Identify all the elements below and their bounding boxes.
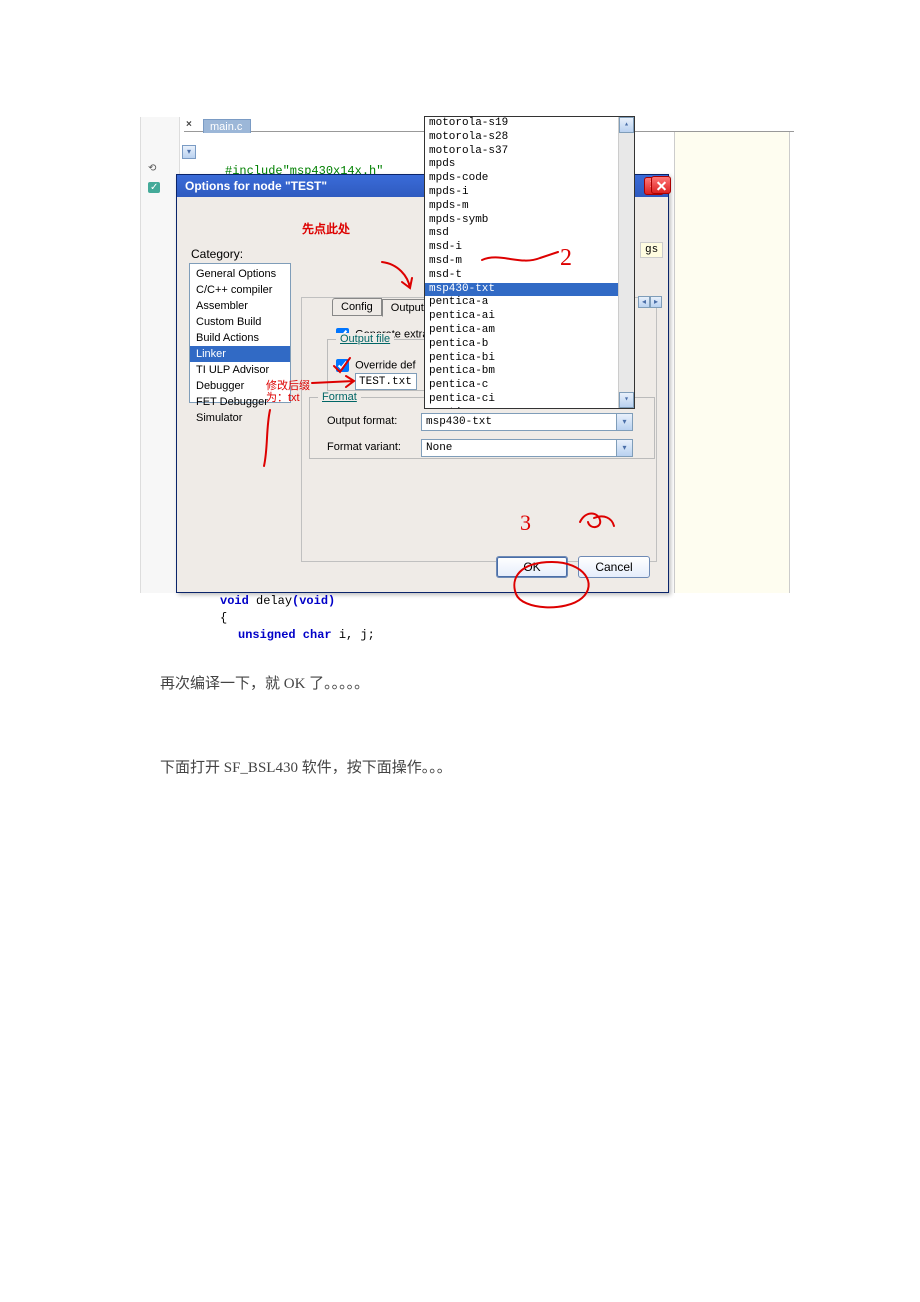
code-keyword-void: void [220, 594, 249, 608]
category-label: Category: [191, 247, 243, 261]
dropdown-option[interactable]: motorola-s28 [425, 131, 634, 145]
sync-icon: ⟲ [148, 163, 156, 174]
dropdown-scrollbar[interactable]: ▴ ▾ [618, 117, 634, 408]
format-variant-value: None [422, 442, 616, 454]
dropdown-option[interactable]: pentica-b [425, 338, 634, 352]
category-item[interactable]: TI ULP Advisor [190, 362, 290, 378]
chevron-down-icon[interactable]: ▾ [616, 414, 632, 430]
outer-close-button[interactable] [651, 176, 671, 194]
tab-scroll-buttons[interactable]: ◂ ▸ [638, 296, 662, 308]
caption-line-2: 下面打开 SF_BSL430 软件，按下面操作。。。 [160, 756, 452, 777]
override-default-input[interactable] [336, 359, 349, 372]
dropdown-option[interactable]: pentica-bm [425, 365, 634, 379]
file-dropdown-button[interactable]: ▾ [182, 145, 196, 159]
dropdown-option[interactable]: pentica-ci [425, 393, 634, 407]
close-tab-icon[interactable]: × [186, 119, 192, 130]
dropdown-option[interactable]: mpds-i [425, 186, 634, 200]
dropdown-option[interactable]: motorola-s19 [425, 117, 634, 131]
dropdown-option[interactable]: pentica-ai [425, 310, 634, 324]
dropdown-option[interactable]: msd-i [425, 241, 634, 255]
dialog-title: Options for node "TEST" [185, 179, 327, 193]
cancel-button[interactable]: Cancel [578, 556, 650, 578]
format-variant-combo[interactable]: None ▾ [421, 439, 633, 457]
format-legend: Format [318, 391, 361, 403]
category-list[interactable]: General OptionsC/C++ compilerAssemblerCu… [189, 263, 291, 403]
file-tab[interactable]: main.c [203, 119, 251, 133]
dialog-button-row: OK Cancel [496, 556, 650, 578]
code-decl-vars-text: i, j; [339, 628, 375, 642]
dropdown-option[interactable]: msp430-txt [425, 283, 634, 297]
code-keyword-void2: (void) [292, 594, 335, 608]
category-item[interactable]: Debugger [190, 378, 290, 394]
category-item[interactable]: Build Actions [190, 330, 290, 346]
dropdown-option[interactable]: pentica-am [425, 324, 634, 338]
dropdown-option[interactable]: pentica-c [425, 379, 634, 393]
chevron-down-icon[interactable]: ▾ [616, 440, 632, 456]
page: × main.c ▾ ⟲ ✓ #include"msp430x14x.h" mo… [0, 0, 920, 110]
dropdown-option[interactable]: motorola-s37 [425, 145, 634, 159]
dropdown-option[interactable]: mpds-symb [425, 214, 634, 228]
code-keyword-type: unsigned char [238, 628, 332, 642]
category-item[interactable]: Assembler [190, 298, 290, 314]
output-format-value: msp430-txt [422, 416, 616, 428]
code-brace: { [220, 610, 375, 627]
scroll-up-button[interactable]: ▴ [619, 117, 634, 133]
dropdown-option[interactable]: msd-m [425, 255, 634, 269]
editor-right-area [674, 117, 790, 593]
override-default-label: Override def [355, 359, 416, 371]
code-fn-name-text: delay [256, 594, 292, 608]
tab-config[interactable]: Config [332, 298, 382, 316]
dropdown-option[interactable]: pentica-cm [425, 407, 634, 409]
tab-scroll-right-icon[interactable]: ▸ [650, 296, 662, 308]
hint-label: gs [640, 242, 663, 258]
output-format-combo[interactable]: msp430-txt ▾ [421, 413, 633, 431]
check-icon: ✓ [148, 182, 160, 193]
category-item[interactable]: FET Debugger [190, 394, 290, 410]
dropdown-option[interactable]: msd [425, 227, 634, 241]
dropdown-option[interactable]: pentica-a [425, 296, 634, 310]
dropdown-option[interactable]: pentica-bi [425, 352, 634, 366]
dropdown-option[interactable]: mpds-code [425, 172, 634, 186]
category-item[interactable]: C/C++ compiler [190, 282, 290, 298]
dropdown-option[interactable]: mpds [425, 158, 634, 172]
scroll-down-button[interactable]: ▾ [619, 392, 634, 408]
category-item[interactable]: Simulator [190, 410, 290, 426]
output-format-dropdown-list[interactable]: motorola-s19motorola-s28motorola-s37mpds… [424, 116, 635, 409]
category-item[interactable]: Custom Build [190, 314, 290, 330]
output-file-input[interactable] [355, 373, 417, 390]
dropdown-option[interactable]: mpds-m [425, 200, 634, 214]
format-variant-label: Format variant: [327, 441, 401, 453]
caption-line-1: 再次编译一下，就 OK 了。。。。。 [160, 672, 369, 693]
category-item[interactable]: General Options [190, 266, 290, 282]
tab-scroll-left-icon[interactable]: ◂ [638, 296, 650, 308]
dropdown-option[interactable]: msd-t [425, 269, 634, 283]
category-item[interactable]: Linker [190, 346, 290, 362]
code-snippet: void delay(void) { unsigned char i, j; [140, 593, 375, 644]
ok-button[interactable]: OK [496, 556, 568, 578]
output-format-label: Output format: [327, 415, 397, 427]
output-file-legend: Output file [336, 333, 394, 345]
